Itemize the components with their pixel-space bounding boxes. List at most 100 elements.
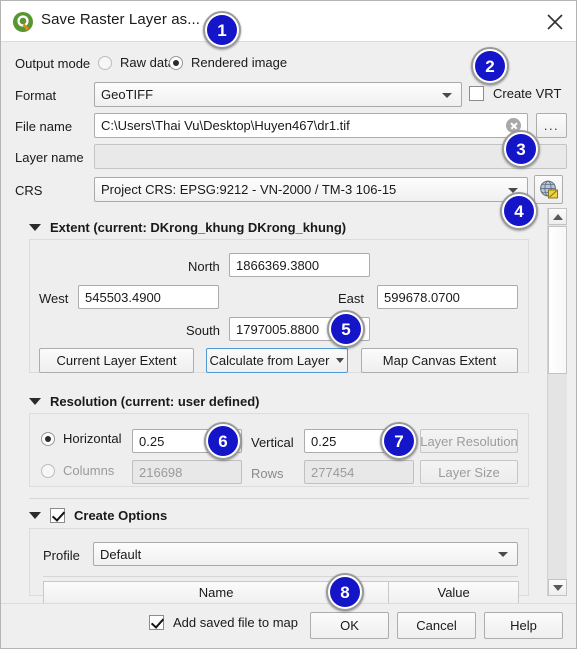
radio-horizontal-resolution[interactable]: Horizontal [41, 431, 122, 446]
annotation-number: 2 [475, 51, 505, 81]
file-name-input[interactable]: C:\Users\Thai Vu\Desktop\Huyen467\dr1.ti… [94, 113, 528, 138]
annotation-number: 6 [208, 426, 238, 456]
divider [29, 498, 529, 499]
rows-value: 277454 [311, 464, 355, 480]
scrollbar-thumb[interactable] [548, 226, 567, 374]
collapse-triangle-icon[interactable] [29, 398, 41, 405]
close-icon[interactable] [542, 9, 568, 35]
resolution-header-label: Resolution (current: user defined) [50, 394, 260, 409]
add-saved-file-checkbox-box[interactable] [149, 615, 164, 630]
create-vrt-checkbox-box[interactable] [469, 86, 484, 101]
east-value: 599678.0700 [384, 289, 460, 305]
annotation-badge-4: 4 [500, 192, 538, 230]
format-value: GeoTIFF [101, 87, 154, 102]
resolution-group-header[interactable]: Resolution (current: user defined) [29, 394, 259, 409]
file-name-value: C:\Users\Thai Vu\Desktop\Huyen467\dr1.ti… [101, 118, 350, 133]
west-label: West [39, 291, 69, 306]
extent-group-header[interactable]: Extent (current: DKrong_khung DKrong_khu… [29, 220, 346, 235]
profile-combobox[interactable]: Default [93, 542, 518, 566]
scroll-up-button[interactable] [548, 208, 567, 225]
qgis-logo-icon [12, 11, 34, 33]
create-vrt-checkbox[interactable]: Create VRT [469, 86, 561, 101]
radio-columns[interactable]: Columns [41, 463, 114, 478]
radio-columns-label: Columns [63, 463, 115, 478]
ok-label: OK [340, 618, 359, 633]
help-label: Help [510, 618, 537, 633]
radio-rendered-image-label: Rendered image [191, 55, 288, 70]
add-saved-file-label: Add saved file to map [173, 615, 299, 630]
radio-raw-data[interactable]: Raw data [98, 55, 175, 70]
west-input[interactable]: 545503.4900 [78, 285, 219, 309]
format-combobox[interactable]: GeoTIFF [94, 82, 462, 107]
south-label: South [186, 323, 220, 338]
annotation-badge-2: 2 [471, 47, 509, 85]
north-input[interactable]: 1866369.3800 [229, 253, 370, 277]
collapse-triangle-icon[interactable] [29, 512, 41, 519]
calculate-from-layer-button[interactable]: Calculate from Layer [206, 348, 348, 373]
annotation-badge-3: 3 [502, 130, 540, 168]
file-browse-button[interactable]: ... [536, 113, 567, 138]
vertical-resolution-value: 0.25 [311, 433, 337, 449]
create-options-checkbox[interactable] [50, 508, 65, 523]
layer-size-button[interactable]: Layer Size [420, 460, 518, 484]
radio-raw-data-label: Raw data [120, 55, 175, 70]
annotation-badge-1: 1 [203, 11, 241, 49]
crs-combobox[interactable]: Project CRS: EPSG:9212 - VN-2000 / TM-3 … [94, 177, 528, 202]
scroll-down-button[interactable] [548, 579, 567, 596]
ok-button[interactable]: OK [310, 612, 389, 639]
annotation-number: 4 [504, 196, 534, 226]
radio-horizontal-label: Horizontal [63, 431, 122, 446]
create-options-table-header: Name Value [43, 581, 519, 604]
chevron-down-icon [552, 584, 563, 591]
west-value: 545503.4900 [85, 289, 161, 305]
current-layer-extent-label: Current Layer Extent [56, 353, 177, 368]
layer-name-input[interactable] [94, 144, 567, 169]
radio-columns-indicator[interactable] [41, 463, 55, 478]
chevron-down-icon [498, 552, 508, 557]
create-vrt-label: Create VRT [493, 86, 562, 101]
south-value: 1797005.8800 [236, 321, 320, 337]
radio-rendered-image-indicator[interactable] [169, 55, 183, 70]
globe-edit-icon-button[interactable] [534, 175, 563, 204]
radio-raw-data-indicator[interactable] [98, 55, 112, 70]
profile-label: Profile [43, 548, 80, 563]
cancel-label: Cancel [416, 618, 457, 633]
create-options-group-header[interactable]: Create Options [29, 508, 167, 523]
columns-value: 216698 [139, 464, 183, 480]
collapse-triangle-icon[interactable] [29, 224, 41, 231]
annotation-number: 8 [330, 577, 360, 607]
format-label: Format [15, 88, 57, 103]
column-header-value[interactable]: Value [388, 582, 518, 603]
radio-horizontal-indicator[interactable] [41, 431, 55, 446]
radio-rendered-image[interactable]: Rendered image [169, 55, 287, 70]
calculate-from-layer-label: Calculate from Layer [209, 353, 330, 368]
profile-value: Default [100, 546, 142, 562]
east-label: East [338, 291, 365, 306]
layer-resolution-button[interactable]: Layer Resolution [420, 429, 518, 453]
create-options-header-label: Create Options [74, 508, 168, 523]
annotation-number: 5 [331, 314, 361, 344]
page-title: Save Raster Layer as... [41, 11, 201, 28]
divider [43, 576, 518, 577]
current-layer-extent-button[interactable]: Current Layer Extent [39, 348, 194, 373]
map-canvas-extent-label: Map Canvas Extent [382, 353, 497, 368]
scrollbar-vertical[interactable] [547, 208, 567, 596]
extent-header-label: Extent (current: DKrong_khung DKrong_khu… [50, 220, 347, 235]
rows-input[interactable]: 277454 [304, 460, 414, 484]
annotation-number: 1 [207, 15, 237, 45]
annotation-badge-8: 8 [326, 573, 364, 611]
cancel-button[interactable]: Cancel [397, 612, 476, 639]
file-browse-label: ... [543, 118, 560, 133]
north-label: North [188, 259, 220, 274]
help-button[interactable]: Help [484, 612, 563, 639]
annotation-number: 7 [384, 426, 414, 456]
crs-value: Project CRS: EPSG:9212 - VN-2000 / TM-3 … [101, 182, 397, 197]
add-saved-file-checkbox[interactable]: Add saved file to map [149, 615, 298, 630]
map-canvas-extent-button[interactable]: Map Canvas Extent [361, 348, 518, 373]
columns-input[interactable]: 216698 [132, 460, 242, 484]
rows-label: Rows [251, 466, 284, 481]
east-input[interactable]: 599678.0700 [377, 285, 518, 309]
layer-size-label: Layer Size [438, 464, 500, 480]
annotation-badge-6: 6 [204, 422, 242, 460]
annotation-number: 3 [506, 134, 536, 164]
